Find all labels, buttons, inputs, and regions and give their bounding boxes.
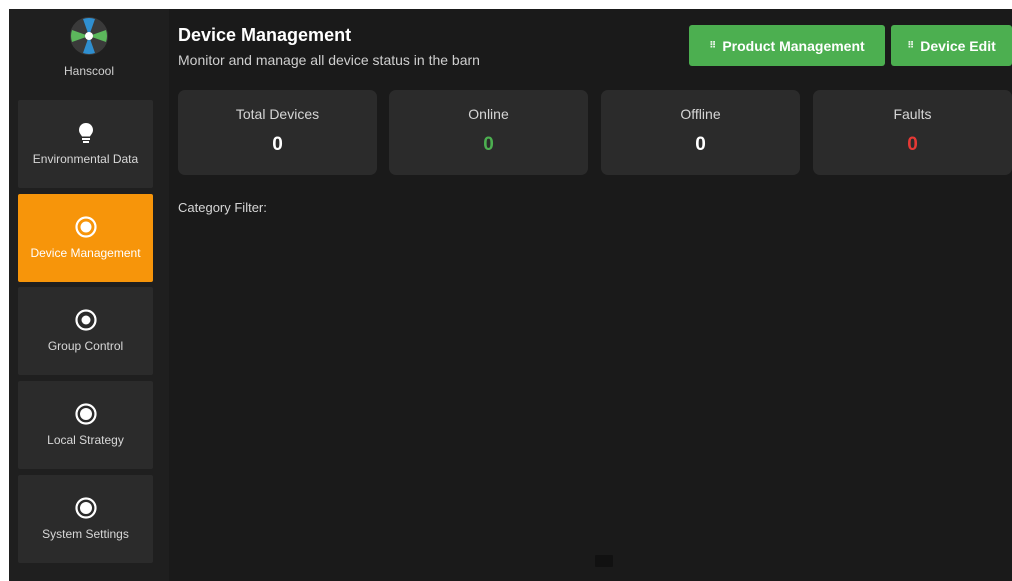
grid-dots-icon: ⠿ bbox=[907, 40, 914, 50]
sidebar-item-device-management[interactable]: Device Management bbox=[18, 194, 153, 282]
brand-name: Hanscool bbox=[63, 64, 115, 78]
stat-label: Online bbox=[468, 106, 509, 122]
stat-card-total-devices: Total Devices 0 bbox=[178, 90, 377, 175]
grid-dots-icon: ⠿ bbox=[709, 40, 716, 50]
stat-card-online: Online 0 bbox=[389, 90, 588, 175]
sidebar: Hanscool Environmental Data Device Manag… bbox=[9, 9, 169, 581]
brand: Hanscool bbox=[9, 9, 169, 95]
sidebar-item-system-settings[interactable]: System Settings bbox=[18, 475, 153, 563]
page-subtitle: Monitor and manage all device status in … bbox=[178, 52, 480, 68]
radio-dot-icon bbox=[74, 496, 97, 519]
category-filter-label: Category Filter: bbox=[178, 200, 267, 215]
stat-card-faults: Faults 0 bbox=[813, 90, 1012, 175]
stat-value: 0 bbox=[695, 134, 706, 155]
sidebar-item-label: Local Strategy bbox=[47, 432, 124, 447]
stat-label: Total Devices bbox=[235, 106, 320, 122]
lightbulb-icon bbox=[78, 122, 93, 143]
scroll-indicator[interactable] bbox=[595, 555, 613, 567]
stat-label: Faults bbox=[893, 106, 932, 122]
fan-logo-icon bbox=[70, 17, 108, 55]
radio-dot-icon bbox=[74, 402, 97, 425]
sidebar-item-group-control[interactable]: Group Control bbox=[18, 287, 153, 375]
sidebar-item-label: System Settings bbox=[42, 526, 129, 541]
stat-value: 0 bbox=[907, 134, 918, 155]
product-management-button[interactable]: ⠿ Product Management bbox=[689, 25, 885, 66]
stat-value: 0 bbox=[483, 134, 494, 155]
sidebar-item-local-strategy[interactable]: Local Strategy bbox=[18, 381, 153, 469]
product-management-label: Product Management bbox=[722, 37, 865, 54]
sidebar-item-environmental-data[interactable]: Environmental Data bbox=[18, 100, 153, 188]
stat-label: Offline bbox=[680, 106, 721, 122]
stat-card-offline: Offline 0 bbox=[601, 90, 800, 175]
sidebar-item-label: Group Control bbox=[47, 338, 124, 353]
radio-dot-icon bbox=[74, 215, 97, 238]
main-panel: Device Management Monitor and manage all… bbox=[169, 9, 1012, 581]
device-edit-button[interactable]: ⠿ Device Edit bbox=[891, 25, 1012, 66]
sidebar-item-label: Environmental Data bbox=[32, 151, 139, 166]
sidebar-item-label: Device Management bbox=[30, 245, 141, 260]
page-title: Device Management bbox=[178, 25, 352, 45]
device-edit-label: Device Edit bbox=[920, 37, 996, 54]
app-window: Hanscool Environmental Data Device Manag… bbox=[9, 9, 1012, 581]
radio-dot-icon bbox=[74, 308, 97, 331]
stat-value: 0 bbox=[272, 134, 283, 155]
